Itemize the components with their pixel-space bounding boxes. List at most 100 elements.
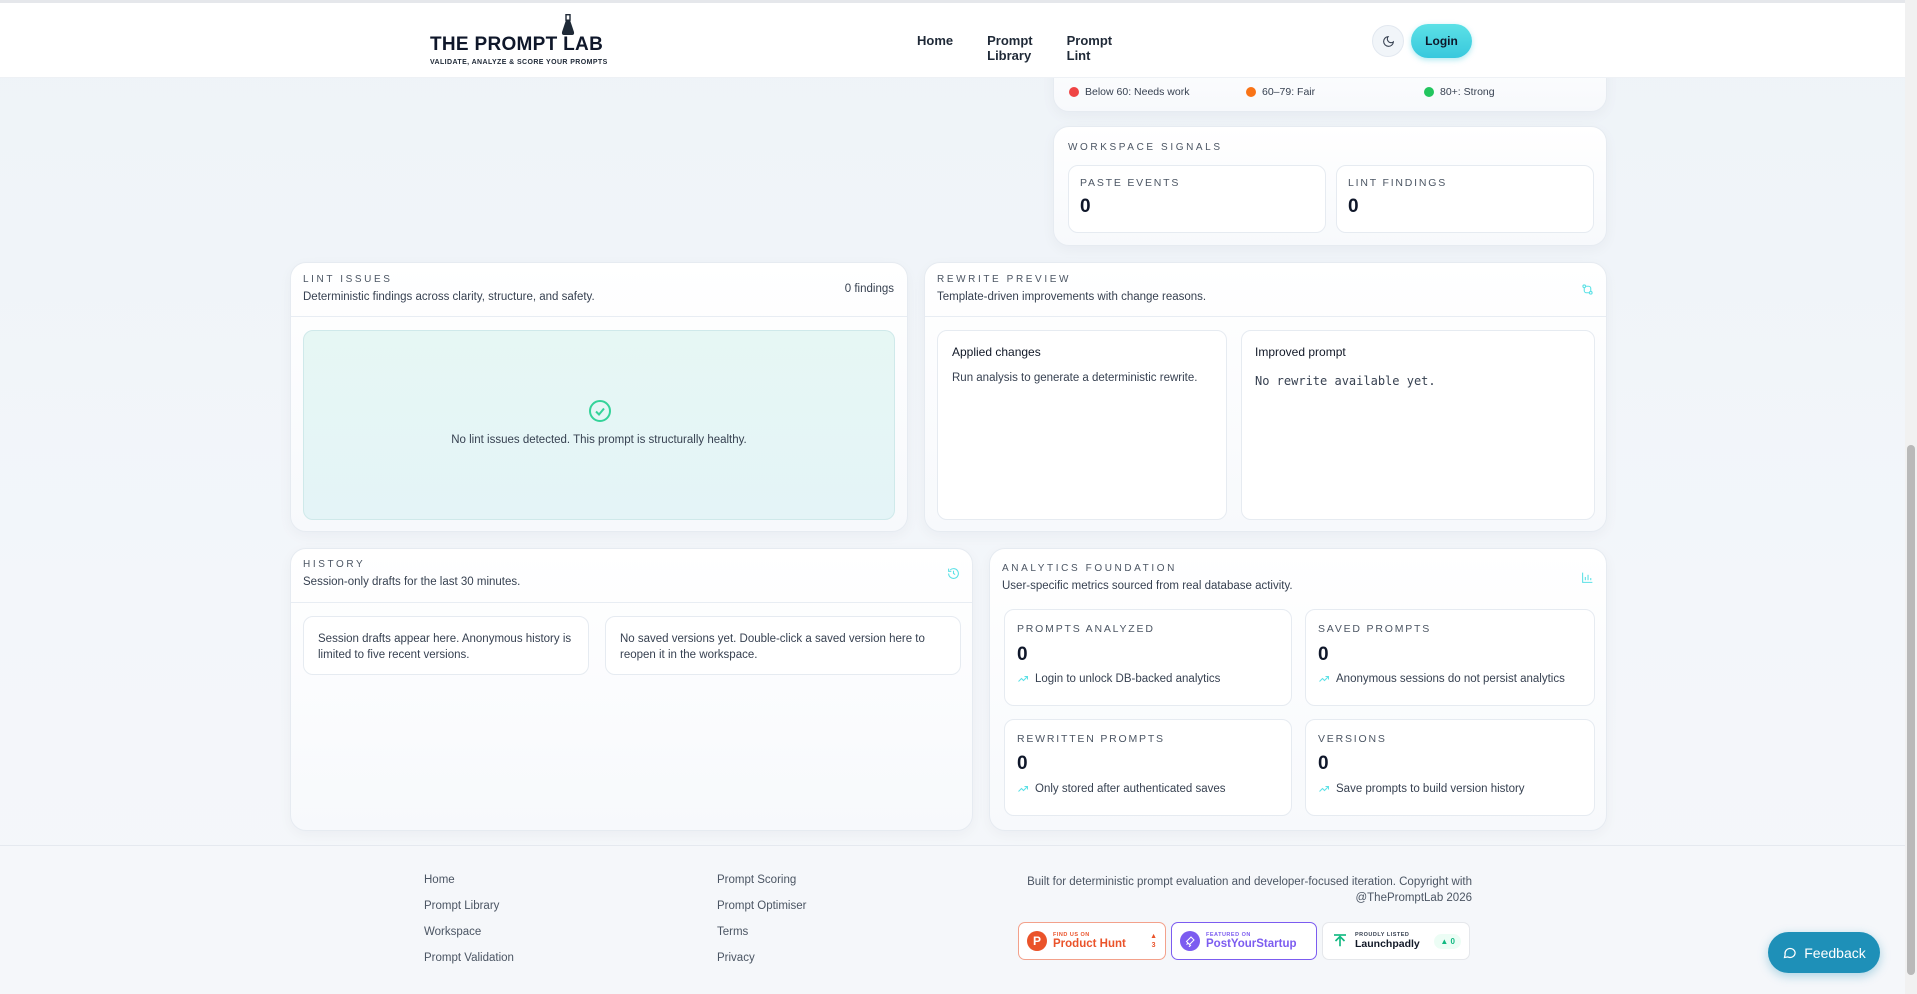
bar-chart-icon[interactable] — [1581, 571, 1594, 584]
rocket-icon — [1180, 931, 1200, 951]
main-nav: Home Prompt Library Prompt Lint — [917, 33, 1112, 63]
applied-changes-title: Applied changes — [952, 345, 1041, 359]
footer-link-prompt-validation[interactable]: Prompt Validation — [424, 952, 514, 964]
footer-link-prompt-scoring[interactable]: Prompt Scoring — [717, 874, 796, 886]
saved-versions-panel: No saved versions yet. Double-click a sa… — [605, 616, 961, 675]
paste-events-tile: PASTE EVENTS 0 — [1068, 165, 1326, 233]
launchpadly-text: PROUDLY LISTED Launchpadly — [1355, 932, 1420, 950]
history-icon[interactable] — [947, 567, 960, 580]
logo-overlay[interactable]: THE PROMPT LAB VALIDATE, ANALYZE & SCORE… — [430, 14, 608, 66]
improved-prompt-panel: Improved prompt No rewrite available yet… — [1241, 330, 1595, 520]
trend-up-icon — [1319, 676, 1329, 682]
improved-prompt-title: Improved prompt — [1255, 345, 1346, 359]
nav-prompt-lint[interactable]: Prompt Lint — [1067, 33, 1113, 63]
applied-changes-panel: Applied changes Run analysis to generate… — [937, 330, 1227, 520]
rewrite-preview-title: REWRITE PREVIEW — [937, 274, 1072, 285]
metric-note: Save prompts to build version history — [1318, 783, 1525, 795]
metric-note: Anonymous sessions do not persist analyt… — [1318, 673, 1565, 685]
applied-changes-body: Run analysis to generate a deterministic… — [952, 372, 1198, 384]
copyright-text: Built for deterministic prompt evaluatio… — [1027, 876, 1472, 904]
session-drafts-panel: Session drafts appear here. Anonymous hi… — [303, 616, 589, 675]
feedback-label: Feedback — [1804, 944, 1866, 961]
paste-events-label: PASTE EVENTS — [1080, 177, 1181, 189]
lint-findings-tile: LINT FINDINGS 0 — [1336, 165, 1594, 233]
rewrite-preview-subtitle: Template-driven improvements with change… — [937, 291, 1207, 303]
history-title: HISTORY — [303, 559, 366, 570]
orange-dot-icon — [1246, 87, 1256, 97]
nav-home[interactable]: Home — [917, 33, 953, 63]
flask-icon — [561, 14, 575, 35]
upvote-icon: ▲ — [1150, 933, 1157, 940]
lint-findings-label: LINT FINDINGS — [1348, 177, 1448, 189]
divider — [291, 316, 907, 317]
metric-saved-prompts: SAVED PROMPTS 0 Anonymous sessions do no… — [1305, 609, 1595, 706]
launchpadly-votes: ▲ 0 — [1434, 933, 1461, 949]
lint-empty-message: No lint issues detected. This prompt is … — [451, 434, 747, 446]
compare-arrows-icon[interactable] — [1581, 283, 1594, 296]
workspace-signals-title: WORKSPACE SIGNALS — [1068, 142, 1223, 153]
metric-note: Only stored after authenticated saves — [1017, 783, 1226, 795]
lint-issues-subtitle: Deterministic findings across clarity, s… — [303, 291, 595, 303]
theme-toggle-button[interactable] — [1372, 25, 1404, 57]
metric-label: SAVED PROMPTS — [1318, 623, 1432, 635]
metric-value: 0 — [1017, 644, 1028, 665]
metric-value: 0 — [1318, 753, 1329, 774]
footer-link-prompt-optimiser[interactable]: Prompt Optimiser — [717, 900, 806, 912]
history-card: HISTORY Session-only drafts for the last… — [290, 548, 973, 831]
metric-value: 0 — [1017, 753, 1028, 774]
login-button[interactable]: Login — [1411, 24, 1472, 58]
scrollbar-thumb[interactable] — [1907, 445, 1915, 975]
trend-up-icon — [1018, 676, 1028, 682]
legend-item-needs-work: Below 60: Needs work — [1069, 86, 1189, 98]
footer-link-workspace[interactable]: Workspace — [424, 926, 481, 938]
paste-events-value: 0 — [1080, 196, 1091, 217]
legend-item-strong: 80+: Strong — [1424, 86, 1495, 98]
metric-label: REWRITTEN PROMPTS — [1017, 733, 1165, 745]
workspace-signals-card: WORKSPACE SIGNALS PASTE EVENTS 0 LINT FI… — [1053, 126, 1607, 246]
green-dot-icon — [1424, 87, 1434, 97]
product-hunt-icon: P — [1027, 931, 1047, 951]
launchpadly-badge[interactable]: PROUDLY LISTED Launchpadly ▲ 0 — [1322, 922, 1470, 960]
upload-arrow-icon — [1334, 934, 1346, 947]
metric-note: Login to unlock DB-backed analytics — [1017, 673, 1220, 685]
saved-versions-note: No saved versions yet. Double-click a sa… — [620, 633, 925, 661]
red-dot-icon — [1069, 87, 1079, 97]
lint-empty-state: No lint issues detected. This prompt is … — [303, 330, 895, 520]
trend-up-icon — [1018, 786, 1028, 792]
analytics-card: ANALYTICS FOUNDATION User-specific metri… — [989, 548, 1607, 831]
logo-title: THE PROMPT LAB — [430, 34, 604, 55]
postyourstartup-text: FEATURED ON PostYourStartup — [1206, 932, 1297, 950]
lint-findings-value: 0 — [1348, 196, 1359, 217]
nav-prompt-library[interactable]: Prompt Library — [987, 33, 1033, 63]
product-hunt-upvotes: ▲ 3 — [1150, 933, 1157, 949]
legend-item-fair: 60–79: Fair — [1246, 86, 1315, 98]
metric-rewritten-prompts: REWRITTEN PROMPTS 0 Only stored after au… — [1004, 719, 1292, 816]
footer-link-terms[interactable]: Terms — [717, 926, 748, 938]
upvote-icon: ▲ — [1440, 936, 1449, 946]
footer-link-home[interactable]: Home — [424, 874, 455, 886]
logo-subtitle: VALIDATE, ANALYZE & SCORE YOUR PROMPTS — [430, 59, 608, 66]
product-hunt-text: FIND US ON Product Hunt — [1053, 932, 1126, 950]
check-circle-icon — [589, 400, 611, 422]
lint-findings-count: 0 findings — [844, 283, 894, 295]
session-drafts-note: Session drafts appear here. Anonymous hi… — [318, 633, 572, 661]
lint-issues-title: LINT ISSUES — [303, 274, 393, 285]
footer-link-privacy[interactable]: Privacy — [717, 952, 755, 964]
page-scrollbar[interactable] — [1905, 0, 1917, 994]
metric-label: VERSIONS — [1318, 733, 1387, 745]
postyourstartup-badge[interactable]: FEATURED ON PostYourStartup — [1171, 922, 1317, 960]
trend-up-icon — [1319, 786, 1329, 792]
score-legend-card: Below 60: Needs work 60–79: Fair 80+: St… — [1053, 40, 1607, 112]
footer-link-prompt-library[interactable]: Prompt Library — [424, 900, 499, 912]
improved-prompt-body: No rewrite available yet. — [1255, 374, 1436, 388]
history-subtitle: Session-only drafts for the last 30 minu… — [303, 576, 521, 588]
lint-issues-card: LINT ISSUES Deterministic findings acros… — [290, 262, 908, 532]
footer: Home Prompt Library Workspace Prompt Val… — [0, 845, 1905, 994]
moon-icon — [1382, 35, 1394, 47]
divider — [925, 316, 1606, 317]
metric-value: 0 — [1318, 644, 1329, 665]
feedback-button[interactable]: Feedback — [1768, 932, 1880, 973]
product-hunt-badge[interactable]: P FIND US ON Product Hunt ▲ 3 — [1018, 922, 1166, 960]
analytics-title: ANALYTICS FOUNDATION — [1002, 563, 1177, 574]
chat-bubble-icon — [1783, 947, 1797, 959]
